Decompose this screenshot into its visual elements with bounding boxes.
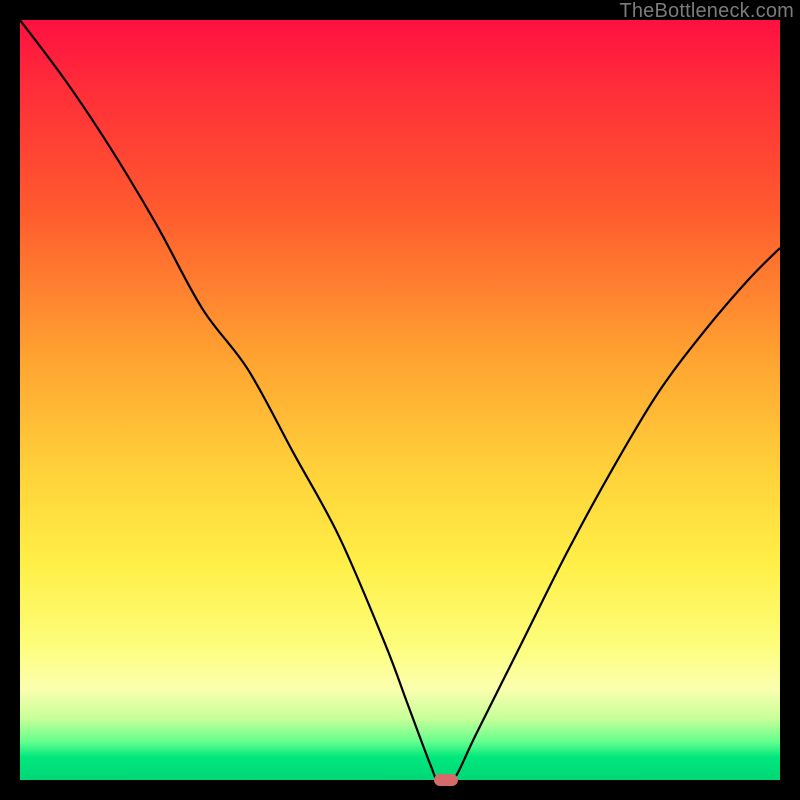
plot-area [20,20,780,780]
bottleneck-curve [20,20,780,780]
optimal-point-marker [434,774,458,786]
chart-frame: TheBottleneck.com [0,0,800,800]
curve-path [20,20,780,780]
